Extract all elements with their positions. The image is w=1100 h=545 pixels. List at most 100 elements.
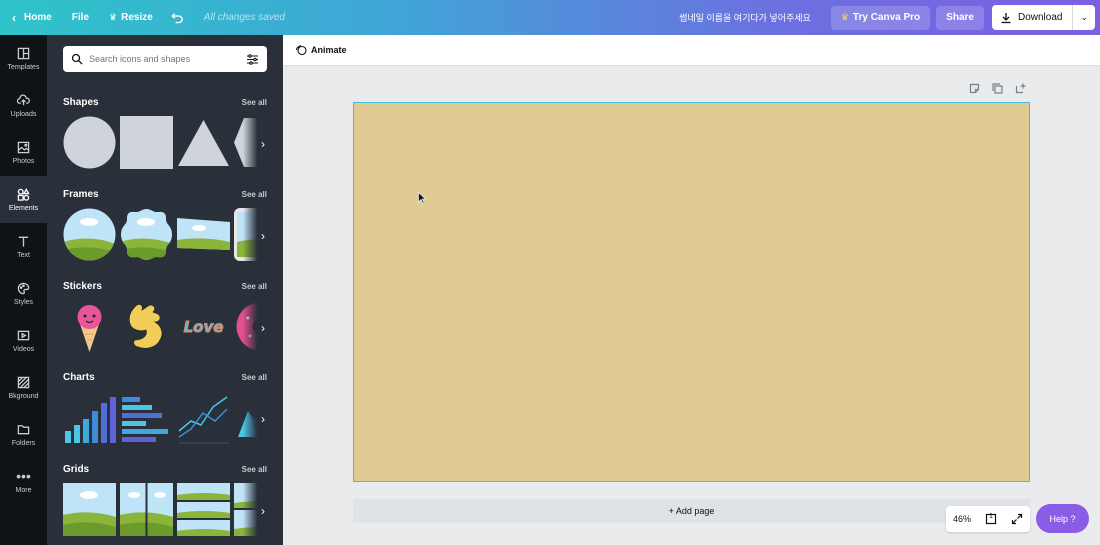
rail-item-videos[interactable]: Videos	[0, 317, 47, 364]
bar-chart-thumbnail[interactable]	[63, 391, 116, 444]
polaroid-frame[interactable]	[177, 208, 230, 261]
more-dots-icon: •••	[16, 468, 31, 484]
chevron-right-icon[interactable]: ›	[243, 483, 267, 539]
rail-item-folders[interactable]: Folders	[0, 411, 47, 458]
background-pattern-icon	[17, 375, 31, 389]
share-button[interactable]: Share	[936, 5, 984, 30]
triangle-shape[interactable]	[177, 116, 230, 169]
search-box[interactable]	[63, 46, 267, 72]
photo-icon	[17, 140, 31, 154]
editor-toolbar: Animate	[283, 35, 1100, 66]
rail-label: Elements	[8, 205, 39, 212]
rail-label: Folders	[11, 440, 36, 447]
animate-button[interactable]: Animate	[295, 44, 347, 56]
ice-cream-sticker[interactable]	[63, 300, 116, 353]
fullscreen-icon[interactable]	[1011, 513, 1023, 525]
mouse-cursor-icon	[418, 192, 426, 204]
two-column-grid-thumbnail[interactable]	[120, 483, 173, 536]
section-stickers: Stickers See all Love ›	[63, 279, 267, 356]
scalloped-frame[interactable]	[120, 208, 173, 261]
folder-icon	[17, 422, 31, 436]
hand-sticker[interactable]	[120, 300, 173, 353]
circle-frame[interactable]	[63, 208, 116, 261]
three-row-grid-thumbnail[interactable]	[177, 483, 230, 536]
filter-icon[interactable]	[246, 53, 259, 66]
see-all-grids-link[interactable]: See all	[242, 465, 267, 474]
chevron-right-icon[interactable]: ›	[243, 116, 267, 172]
download-icon	[1001, 12, 1011, 23]
single-grid-thumbnail[interactable]	[63, 483, 116, 536]
file-menu-button[interactable]: File	[62, 0, 99, 35]
rail-item-background[interactable]: Bkground	[0, 364, 47, 411]
rail-label: Templates	[7, 64, 40, 71]
page-count-button[interactable]: 1	[985, 513, 997, 525]
search-input[interactable]	[89, 54, 246, 64]
rail-item-text[interactable]: Text	[0, 223, 47, 270]
zoom-level[interactable]: 46%	[953, 514, 971, 524]
resize-button[interactable]: ♛ Resize	[99, 0, 163, 35]
add-page-button[interactable]: + Add page	[353, 499, 1030, 523]
line-chart-thumbnail[interactable]	[177, 391, 230, 444]
section-title-grids: Grids	[63, 463, 90, 475]
rail-item-elements[interactable]: Elements	[0, 176, 47, 223]
section-shapes: Shapes See all ›	[63, 95, 267, 172]
see-all-charts-link[interactable]: See all	[242, 373, 267, 382]
animate-icon	[295, 44, 307, 56]
page-tools	[969, 83, 1026, 94]
page-count: 1	[988, 513, 993, 520]
rail-item-styles[interactable]: Styles	[0, 270, 47, 317]
section-title-charts: Charts	[63, 371, 95, 383]
chevron-right-icon[interactable]: ›	[243, 300, 267, 356]
zoom-controls: 46% 1	[946, 506, 1030, 532]
svg-text:Love: Love	[184, 318, 224, 336]
duplicate-page-icon[interactable]	[992, 83, 1003, 94]
design-canvas[interactable]	[353, 102, 1030, 482]
download-options-chevron-icon[interactable]: ⌄	[1073, 12, 1095, 23]
chevron-right-icon[interactable]: ›	[243, 208, 267, 264]
section-title-stickers: Stickers	[63, 280, 102, 292]
rail-label: More	[15, 487, 32, 494]
circle-shape[interactable]	[63, 116, 116, 169]
crown-icon: ♛	[840, 12, 849, 22]
see-all-stickers-link[interactable]: See all	[242, 282, 267, 291]
rail-label: Text	[17, 252, 30, 259]
section-charts: Charts See all ›	[63, 370, 267, 447]
rail-label: Styles	[13, 299, 34, 306]
video-icon	[17, 328, 31, 342]
rail-item-uploads[interactable]: Uploads	[0, 82, 47, 129]
home-button[interactable]: ‹ Home	[0, 0, 62, 35]
chevron-right-icon[interactable]: ›	[243, 391, 267, 447]
rail-label: Videos	[12, 346, 35, 353]
help-button[interactable]: Help ?	[1036, 504, 1089, 533]
section-grids: Grids See all ›	[63, 462, 267, 539]
undo-button[interactable]	[163, 0, 192, 35]
horizontal-bar-chart-thumbnail[interactable]	[120, 391, 173, 444]
love-text-sticker[interactable]: Love	[177, 300, 230, 353]
see-all-frames-link[interactable]: See all	[242, 190, 267, 199]
top-bar: ‹ Home File ♛ Resize All changes saved 썸…	[0, 0, 1100, 35]
chevron-left-icon: ‹	[12, 10, 16, 25]
elements-icon	[17, 187, 31, 201]
palette-icon	[17, 281, 31, 295]
rail-item-photos[interactable]: Photos	[0, 129, 47, 176]
rail-item-templates[interactable]: Templates	[0, 35, 47, 82]
add-page-icon[interactable]	[1015, 83, 1026, 94]
download-button[interactable]: Download	[992, 5, 1074, 30]
download-button-group: Download ⌄	[991, 5, 1095, 30]
section-title-shapes: Shapes	[63, 96, 99, 108]
try-pro-label: Try Canva Pro	[852, 12, 921, 23]
design-title[interactable]: 썸네일 이름을 여기다가 넣어주세요	[669, 0, 821, 35]
download-label: Download	[1017, 12, 1063, 23]
rail-item-more[interactable]: ••• More	[0, 458, 47, 505]
try-canva-pro-button[interactable]: ♛ Try Canva Pro	[830, 5, 931, 30]
see-all-shapes-link[interactable]: See all	[242, 98, 267, 107]
section-frames: Frames See all ›	[63, 187, 267, 264]
text-icon	[17, 234, 31, 248]
resize-label: Resize	[121, 12, 153, 23]
square-shape[interactable]	[120, 116, 173, 169]
note-icon[interactable]	[969, 83, 980, 94]
rail-label: Uploads	[10, 111, 37, 118]
undo-icon	[171, 13, 183, 24]
section-title-frames: Frames	[63, 188, 99, 200]
save-status: All changes saved	[203, 12, 285, 23]
